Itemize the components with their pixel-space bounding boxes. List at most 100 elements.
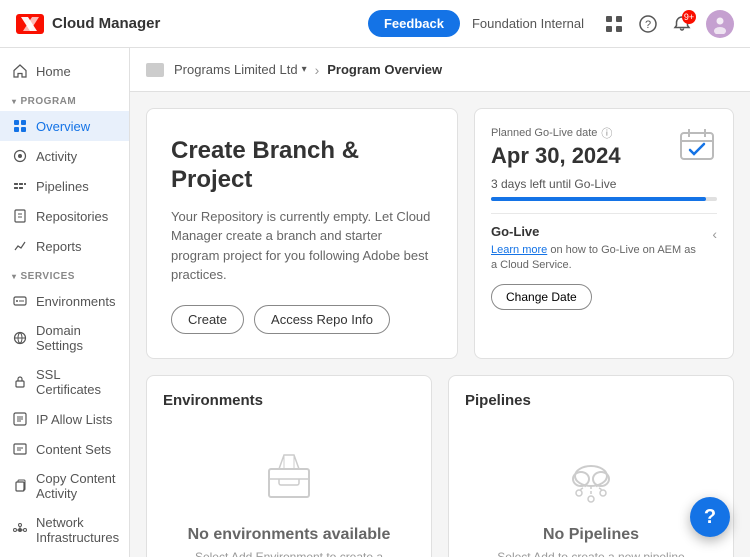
golive-section-left: Go-Live Learn more on how to Go-Live on … <box>491 224 704 310</box>
svg-text:?: ? <box>645 19 651 31</box>
create-card-title: Create Branch & Project <box>171 137 433 195</box>
bottom-cards-row: Environments No env <box>146 375 734 557</box>
services-label: SERVICES <box>21 271 75 282</box>
ssl-label: SSL Certificates <box>36 367 117 397</box>
help-icon[interactable]: ? <box>638 14 658 34</box>
copy-icon <box>12 478 28 494</box>
environments-empty-desc: Select Add Environment to create a new e… <box>183 550 395 557</box>
resources-section-label: ▾ RESOURCES <box>0 552 129 557</box>
environments-empty-state: No environments available Select Add Env… <box>163 421 415 557</box>
sidebar: Home ▾ PROGRAM Overview Activity Pipelin… <box>0 48 130 557</box>
ip-icon <box>12 411 28 427</box>
golive-section: Go-Live Learn more on how to Go-Live on … <box>491 213 717 310</box>
sidebar-item-ip[interactable]: IP Allow Lists <box>0 404 129 434</box>
home-label: Home <box>36 64 71 79</box>
sidebar-item-activity[interactable]: Activity <box>0 141 129 171</box>
golive-countdown: 3 days left until Go-Live <box>491 177 717 191</box>
golive-progress-bar <box>491 197 717 201</box>
activity-icon <box>12 148 28 164</box>
feedback-button[interactable]: Feedback <box>368 10 460 37</box>
sidebar-item-copy-content[interactable]: Copy Content Activity <box>0 464 129 508</box>
home-icon <box>12 63 28 79</box>
program-section-label: ▾ PROGRAM <box>0 86 129 111</box>
services-section-label: ▾ SERVICES <box>0 261 129 286</box>
fab-icon: ? <box>704 506 716 529</box>
breadcrumb-separator: › <box>315 62 320 78</box>
sidebar-item-domain-settings[interactable]: Domain Settings <box>0 316 129 360</box>
access-repo-button[interactable]: Access Repo Info <box>254 305 390 334</box>
create-card-buttons: Create Access Repo Info <box>171 305 433 334</box>
overview-label: Overview <box>36 119 90 134</box>
content-area: Create Branch & Project Your Repository … <box>130 92 750 557</box>
sidebar-item-ssl[interactable]: SSL Certificates <box>0 360 129 404</box>
ip-label: IP Allow Lists <box>36 412 112 427</box>
pipelines-empty-title: No Pipelines <box>543 526 639 544</box>
empty-box-icon <box>249 441 329 514</box>
content-sets-label: Content Sets <box>36 442 111 457</box>
empty-pipeline-icon <box>551 441 631 514</box>
breadcrumb-arrow-icon: ▾ <box>302 64 307 75</box>
sidebar-item-network[interactable]: Network Infrastructures <box>0 508 129 552</box>
golive-chevron-icon[interactable]: ‹ <box>712 226 717 242</box>
top-cards-row: Create Branch & Project Your Repository … <box>146 108 734 359</box>
environments-empty-title: No environments available <box>188 526 391 544</box>
reports-label: Reports <box>36 239 82 254</box>
chevron-down-icon-services: ▾ <box>12 272 17 281</box>
domain-settings-label: Domain Settings <box>36 323 117 353</box>
sidebar-item-repositories[interactable]: Repositories <box>0 201 129 231</box>
app-logo[interactable]: Cloud Manager <box>16 14 160 34</box>
create-branch-card: Create Branch & Project Your Repository … <box>146 108 458 359</box>
pipelines-empty-state: No Pipelines Select Add to create a new … <box>465 421 717 557</box>
repositories-label: Repositories <box>36 209 108 224</box>
environments-title: Environments <box>163 392 415 409</box>
main-content: Programs Limited Ltd ▾ › Program Overvie… <box>130 48 750 557</box>
program-label: PROGRAM <box>21 96 77 107</box>
ssl-icon <box>12 374 28 390</box>
breadcrumb-program[interactable]: Programs Limited Ltd ▾ <box>174 62 307 77</box>
sidebar-item-reports[interactable]: Reports <box>0 231 129 261</box>
sidebar-item-environments[interactable]: Environments <box>0 286 129 316</box>
network-label: Network Infrastructures <box>36 515 119 545</box>
sidebar-item-pipelines[interactable]: Pipelines <box>0 171 129 201</box>
sidebar-item-content-sets[interactable]: Content Sets <box>0 434 129 464</box>
activity-label: Activity <box>36 149 77 164</box>
golive-card: Planned Go-Live date ⓘ Apr 30, 2024 3 da… <box>474 108 734 359</box>
breadcrumb-program-name: Programs Limited Ltd <box>174 62 298 77</box>
pipelines-icon <box>12 178 28 194</box>
golive-section-title: Go-Live <box>491 224 704 239</box>
environments-icon <box>12 293 28 309</box>
breadcrumb-current: Program Overview <box>327 62 442 77</box>
info-icon: ⓘ <box>601 125 612 141</box>
org-name: Foundation Internal <box>472 16 584 31</box>
overview-icon <box>12 118 28 134</box>
chevron-down-icon: ▾ <box>12 97 17 106</box>
reports-icon <box>12 238 28 254</box>
calendar-check-icon <box>677 125 717 168</box>
network-icon <box>12 522 28 538</box>
create-card-description: Your Repository is currently empty. Let … <box>171 207 433 285</box>
golive-section-desc: Learn more on how to Go-Live on AEM as a… <box>491 243 704 274</box>
content-icon <box>12 441 28 457</box>
pipelines-empty-desc: Select Add to create a new pipeline <box>497 550 684 557</box>
change-date-button[interactable]: Change Date <box>491 284 592 310</box>
app-title: Cloud Manager <box>52 15 160 32</box>
golive-planned-text: Planned Go-Live date <box>491 127 597 139</box>
program-logo-icon <box>146 63 164 77</box>
grid-icon[interactable] <box>604 14 624 34</box>
copy-content-label: Copy Content Activity <box>36 471 117 501</box>
pipelines-title: Pipelines <box>465 392 717 409</box>
header-icons: ? 9+ <box>604 10 734 38</box>
help-fab[interactable]: ? <box>690 497 730 537</box>
pipelines-card: Pipelines <box>448 375 734 557</box>
sidebar-item-home[interactable]: Home <box>0 56 129 86</box>
adobe-icon <box>16 14 44 34</box>
notifications-icon[interactable]: 9+ <box>672 14 692 34</box>
sidebar-item-overview[interactable]: Overview <box>0 111 129 141</box>
user-avatar[interactable] <box>706 10 734 38</box>
notification-badge: 9+ <box>682 10 696 24</box>
create-button[interactable]: Create <box>171 305 244 334</box>
environments-card: Environments No env <box>146 375 432 557</box>
environments-label: Environments <box>36 294 115 309</box>
breadcrumb-bar: Programs Limited Ltd ▾ › Program Overvie… <box>130 48 750 92</box>
learn-more-link[interactable]: Learn more <box>491 244 547 256</box>
